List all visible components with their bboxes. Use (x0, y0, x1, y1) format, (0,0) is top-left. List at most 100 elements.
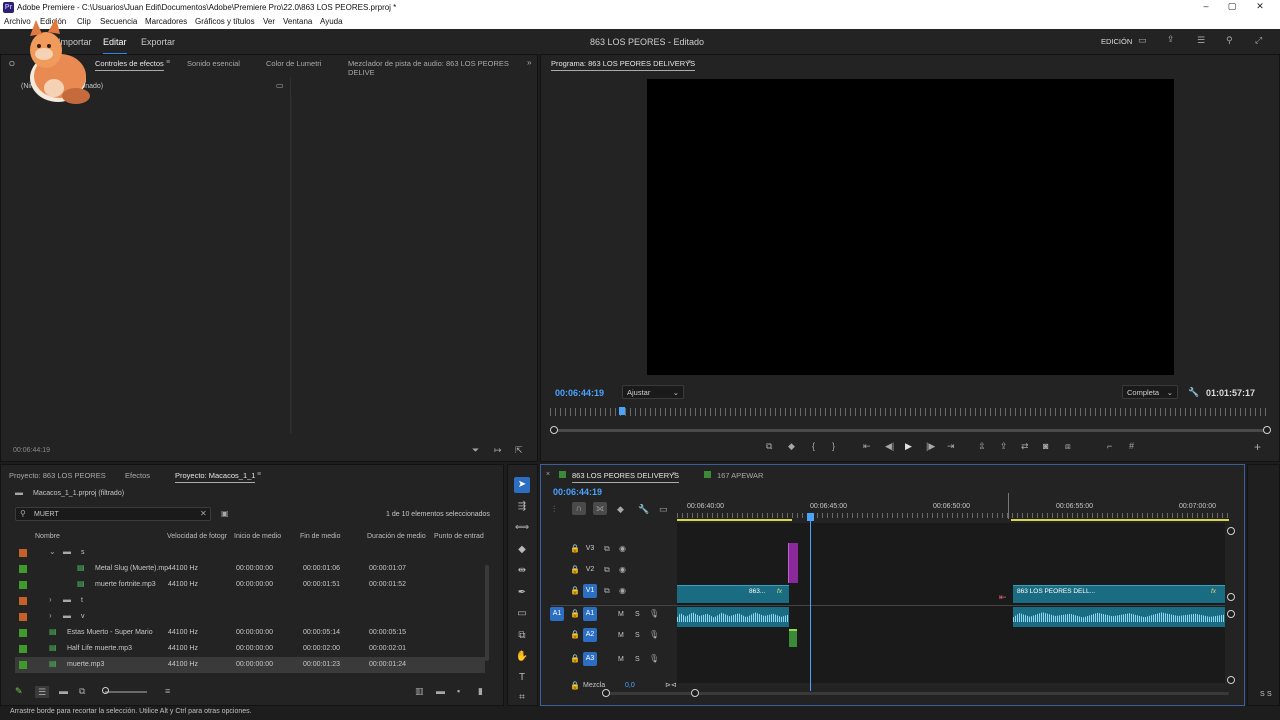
project-row[interactable]: ▤ muerte fortnite.mp3 44100 Hz 00:00:00:00 0… (15, 577, 485, 593)
label-color-chip[interactable] (19, 565, 27, 573)
audio-clip[interactable] (677, 607, 789, 627)
track-label-a2[interactable]: A2 (583, 628, 597, 642)
project-row[interactable]: ▤ muerte.mp3 44100 Hz 00:00:00:00 00:00:01:2… (15, 657, 485, 673)
zoom-slider-handle[interactable] (102, 687, 109, 694)
chevron-down-icon[interactable]: ⌄ (49, 548, 56, 556)
project-row[interactable]: ▤ Metal Slug (Muerte).mp 44100 Hz 00:00:00:… (15, 561, 485, 577)
lock-icon[interactable]: 🔒 (570, 566, 580, 574)
sync-lock-icon[interactable]: ⧉ (604, 545, 610, 553)
col-inicio[interactable]: Inicio de medio (234, 533, 281, 540)
track-scroll-top-handle[interactable] (1227, 527, 1235, 535)
search-icon[interactable]: ⚲ (1226, 36, 1233, 45)
search-field[interactable]: ⚲ MUERT ✕ (15, 507, 211, 521)
slip-tool-icon[interactable]: ⇹ (514, 563, 530, 579)
tab-efectos[interactable]: Efectos (125, 471, 150, 480)
label-color-chip[interactable] (19, 549, 27, 557)
type-tool-icon[interactable]: T (514, 670, 530, 686)
chevron-right-icon[interactable]: › (49, 596, 52, 604)
col-duracion[interactable]: Duración de medio (367, 533, 426, 540)
graphic-clip[interactable] (788, 543, 798, 583)
microphone-icon[interactable]: 🎙 (649, 631, 659, 639)
maximize-button[interactable]: ▢ (1225, 1, 1239, 13)
list-view-icon[interactable]: ☰ (35, 686, 49, 698)
mix-end-icon[interactable]: ⊳⊲ (665, 681, 677, 689)
safe-margins-icon[interactable]: ⌐ (1107, 442, 1112, 451)
menu-ayuda[interactable]: Ayuda (320, 17, 343, 26)
menu-ver[interactable]: Ver (263, 17, 275, 26)
add-button-icon[interactable]: + (1254, 441, 1261, 453)
icon-view-icon[interactable]: ▬ (59, 687, 68, 696)
lock-icon[interactable]: 🔒 (570, 655, 580, 663)
mute-button[interactable]: M (618, 656, 624, 663)
menu-secuencia[interactable]: Secuencia (100, 17, 137, 26)
project-row[interactable]: ⌄ ▬ s (15, 545, 485, 561)
timeline-zoom-left-handle[interactable] (602, 689, 610, 697)
project-row[interactable]: › ▬ t (15, 593, 485, 609)
col-nombre[interactable]: Nombre (35, 533, 60, 540)
program-timecode[interactable]: 00:06:44:19 (555, 388, 604, 398)
timeline-playhead[interactable] (807, 513, 814, 521)
rectangle-tool-icon[interactable]: ▭ (514, 606, 530, 622)
trim-icon[interactable]: ⇄ (1021, 442, 1029, 451)
track-scroll-mid-handle[interactable] (1227, 593, 1235, 601)
play-icon[interactable]: ▶ (905, 442, 912, 451)
col-velocidad[interactable]: Velocidad de fotogr (167, 533, 227, 540)
eye-icon[interactable]: ◉ (619, 587, 626, 595)
quality-dropdown[interactable]: Completa ⌄ (1122, 385, 1178, 399)
sync-lock-icon[interactable]: ⧉ (604, 566, 610, 574)
toggle-timeline-icon[interactable]: ▭ (276, 82, 284, 90)
clear-search-icon[interactable]: ✕ (200, 510, 207, 518)
fit-dropdown[interactable]: Ajustar ⌄ (622, 385, 684, 399)
source-patch-a1[interactable]: A1 (550, 607, 564, 621)
close-button[interactable]: ✕ (1253, 1, 1267, 13)
lock-icon[interactable]: 🔒 (570, 681, 580, 690)
pen-tool-icon[interactable]: ✒ (514, 585, 530, 601)
chevron-right-icon[interactable]: › (49, 612, 52, 620)
col-punto[interactable]: Punto de entrad (434, 533, 484, 540)
label-color-chip[interactable] (19, 613, 27, 621)
track-target-a1[interactable]: A1 (583, 607, 597, 621)
eye-icon[interactable]: ◉ (619, 566, 626, 574)
minimize-button[interactable]: – (1199, 1, 1213, 13)
wrench-icon[interactable]: 🔧 (1188, 388, 1199, 397)
project-scrollbar[interactable] (485, 565, 489, 661)
lock-icon[interactable]: 🔒 (570, 610, 580, 618)
filter-icon[interactable]: ⏷ (472, 446, 479, 455)
mark-in-icon[interactable]: ⧉ (766, 442, 772, 451)
project-row[interactable]: ▤ Half Life muerte.mp3 44100 Hz 00:00:00:00… (15, 641, 485, 657)
freeform-view-icon[interactable]: ⧉ (79, 687, 85, 696)
project-menu-icon[interactable]: ≡ (257, 471, 261, 478)
menu-ventana[interactable]: Ventana (283, 17, 312, 26)
mark-in-bracket-icon[interactable]: { (812, 442, 815, 451)
workspace-label[interactable]: EDICIÓN (1101, 37, 1132, 46)
track-scroll-bottom-handle[interactable] (1227, 676, 1235, 684)
new-search-bin-icon[interactable]: ▣ (221, 510, 229, 518)
add-marker-icon[interactable]: ◆ (788, 442, 795, 451)
menu-graficos[interactable]: Gráficos y títulos (195, 17, 255, 26)
sync-lock-icon[interactable]: ⧉ (604, 587, 610, 595)
tab-color-lumetri[interactable]: Color de Lumetri (266, 59, 321, 68)
lock-icon[interactable]: 🔒 (570, 631, 580, 639)
new-bin-icon[interactable]: ▪ (457, 687, 460, 696)
tab-mezclador-audio[interactable]: Mezclador de pista de audio: 863 LOS PEO… (348, 59, 537, 77)
tab-project-863[interactable]: Proyecto: 863 LOS PEORES (9, 471, 106, 480)
program-zoom-bar[interactable] (555, 429, 1267, 432)
video-clip[interactable]: 863... fx (677, 585, 789, 603)
audio-transition[interactable] (789, 629, 797, 647)
col-fin[interactable]: Fin de medio (300, 533, 340, 540)
tab-partial[interactable]: O (9, 59, 15, 68)
tab-sequence-167[interactable]: 167 APEWAR (717, 471, 763, 480)
track-select-tool-icon[interactable]: ⇶ (514, 499, 530, 515)
program-menu-icon[interactable]: ≡ (687, 59, 691, 66)
track-target-v1[interactable]: V1 (583, 584, 597, 598)
solo-button[interactable]: S (635, 611, 640, 618)
solo-button[interactable]: S (635, 656, 640, 663)
tab-controles-efectos[interactable]: Controles de efectos (95, 59, 164, 71)
track-label-v2[interactable]: V2 (583, 563, 597, 577)
grid-icon[interactable]: # (1129, 442, 1134, 451)
program-video-canvas[interactable] (647, 79, 1174, 375)
label-color-chip[interactable] (19, 581, 27, 589)
lock-icon[interactable]: 🔒 (570, 587, 580, 595)
razor-tool-icon[interactable]: ◆ (514, 542, 530, 558)
tab-project-macacos[interactable]: Proyecto: Macacos_1_1 (175, 471, 256, 483)
